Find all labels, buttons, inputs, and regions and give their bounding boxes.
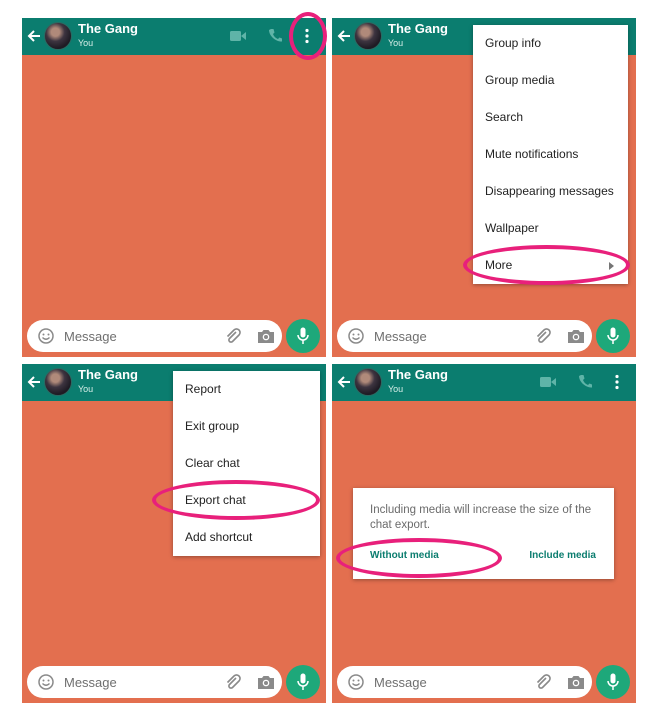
back-arrow-icon[interactable] xyxy=(337,26,351,46)
export-chat-dialog: Including media will increase the size o… xyxy=(353,488,614,579)
more-submenu: Report Exit group Clear chat Export chat… xyxy=(173,371,320,556)
mic-button[interactable] xyxy=(286,665,320,699)
microphone-icon xyxy=(607,673,619,690)
message-input[interactable]: Message xyxy=(374,675,427,690)
menu-item-group-media[interactable]: Group media xyxy=(473,62,628,99)
mic-button[interactable] xyxy=(596,665,630,699)
attach-icon[interactable] xyxy=(534,327,552,345)
mic-button[interactable] xyxy=(286,319,320,353)
chat-title[interactable]: The Gang xyxy=(388,21,448,36)
message-input-bar: Message xyxy=(27,320,282,352)
menu-item-more[interactable]: More xyxy=(473,247,628,284)
more-options-icon[interactable] xyxy=(614,374,620,390)
step-4-panel: The Gang You Including media will increa… xyxy=(332,364,636,703)
overflow-menu: Group info Group media Search Mute notif… xyxy=(473,25,628,284)
emoji-icon[interactable] xyxy=(38,328,54,344)
attach-icon[interactable] xyxy=(224,673,242,691)
message-input-bar: Message xyxy=(337,666,592,698)
camera-icon[interactable] xyxy=(257,674,275,690)
emoji-icon[interactable] xyxy=(38,674,54,690)
camera-icon[interactable] xyxy=(567,674,585,690)
menu-item-group-info[interactable]: Group info xyxy=(473,25,628,62)
phone-call-icon[interactable] xyxy=(268,28,282,43)
menu-item-search[interactable]: Search xyxy=(473,99,628,136)
back-arrow-icon[interactable] xyxy=(27,372,41,392)
menu-item-exit-group[interactable]: Exit group xyxy=(173,408,320,445)
chat-subtitle: You xyxy=(78,384,94,394)
camera-icon[interactable] xyxy=(257,328,275,344)
more-options-icon[interactable] xyxy=(304,28,310,44)
chat-header: The Gang You xyxy=(332,364,636,401)
chat-subtitle: You xyxy=(388,38,404,48)
menu-item-add-shortcut[interactable]: Add shortcut xyxy=(173,519,320,556)
emoji-icon[interactable] xyxy=(348,674,364,690)
video-call-icon[interactable] xyxy=(230,30,246,42)
video-call-icon[interactable] xyxy=(540,376,556,388)
dialog-message: Including media will increase the size o… xyxy=(370,504,592,531)
submenu-arrow-icon xyxy=(609,262,614,270)
menu-item-clear-chat[interactable]: Clear chat xyxy=(173,445,320,482)
message-input-bar: Message xyxy=(27,666,282,698)
message-input-bar: Message xyxy=(337,320,592,352)
step-3-panel: The Gang You Report Exit group Clear cha… xyxy=(22,364,326,703)
message-input[interactable]: Message xyxy=(374,329,427,344)
message-input[interactable]: Message xyxy=(64,675,117,690)
phone-call-icon[interactable] xyxy=(578,374,592,389)
chat-title[interactable]: The Gang xyxy=(78,21,138,36)
group-avatar[interactable] xyxy=(44,22,72,50)
step-2-panel: The Gang You Group info Group media Sear… xyxy=(332,18,636,357)
menu-item-wallpaper[interactable]: Wallpaper xyxy=(473,210,628,247)
menu-item-export-chat[interactable]: Export chat xyxy=(173,482,320,519)
chat-subtitle: You xyxy=(388,384,404,394)
chat-title[interactable]: The Gang xyxy=(388,367,448,382)
without-media-button[interactable]: Without media xyxy=(370,550,439,561)
back-arrow-icon[interactable] xyxy=(27,26,41,46)
chat-header: The Gang You xyxy=(22,18,326,55)
menu-item-more-label: More xyxy=(485,258,513,272)
microphone-icon xyxy=(297,673,309,690)
group-avatar[interactable] xyxy=(44,368,72,396)
group-avatar[interactable] xyxy=(354,368,382,396)
step-1-panel: The Gang You Message xyxy=(22,18,326,357)
microphone-icon xyxy=(297,327,309,344)
attach-icon[interactable] xyxy=(224,327,242,345)
mic-button[interactable] xyxy=(596,319,630,353)
camera-icon[interactable] xyxy=(567,328,585,344)
emoji-icon[interactable] xyxy=(348,328,364,344)
message-input[interactable]: Message xyxy=(64,329,117,344)
menu-item-disappearing-messages[interactable]: Disappearing messages xyxy=(473,173,628,210)
back-arrow-icon[interactable] xyxy=(337,372,351,392)
group-avatar[interactable] xyxy=(354,22,382,50)
menu-item-mute-notifications[interactable]: Mute notifications xyxy=(473,136,628,173)
chat-subtitle: You xyxy=(78,38,94,48)
attach-icon[interactable] xyxy=(534,673,552,691)
chat-title[interactable]: The Gang xyxy=(78,367,138,382)
menu-item-report[interactable]: Report xyxy=(173,371,320,408)
include-media-button[interactable]: Include media xyxy=(529,550,596,561)
microphone-icon xyxy=(607,327,619,344)
